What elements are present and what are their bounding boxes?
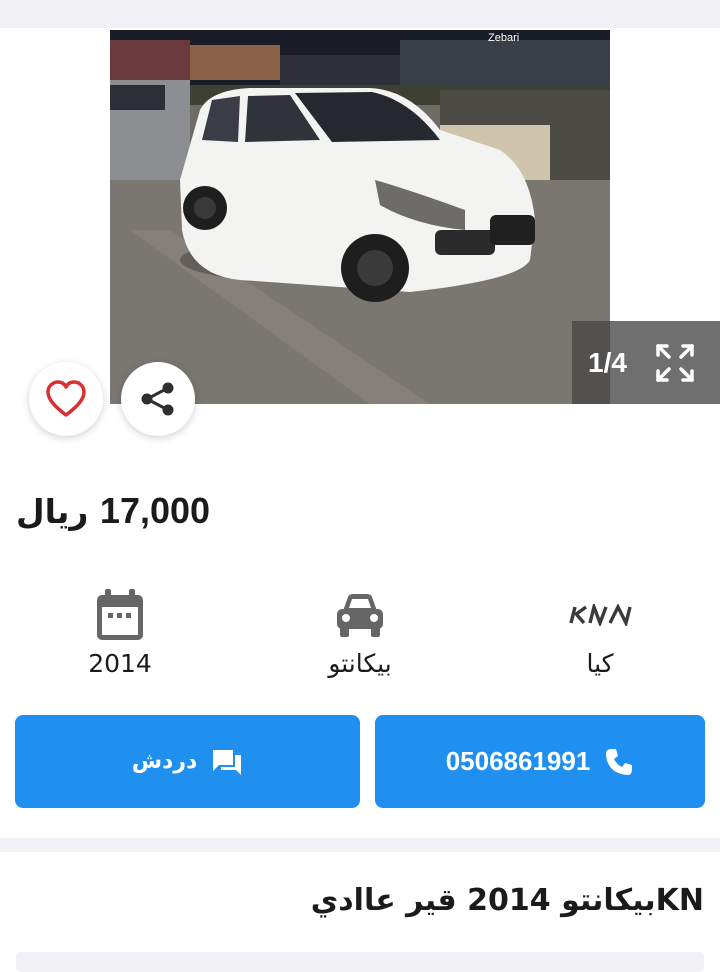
share-icon: [141, 382, 174, 416]
chat-button[interactable]: دردش: [15, 715, 360, 808]
next-image-button[interactable]: [637, 183, 677, 223]
phone-icon: [606, 748, 633, 775]
next-section-card: [16, 952, 704, 972]
spec-make-label: كيا: [586, 649, 614, 678]
listing-title: KNبيكانتو 2014 قير عاادي: [310, 883, 704, 918]
price: 17,000 ريال: [16, 490, 210, 532]
kia-logo: [569, 604, 632, 626]
chat-icon: [213, 749, 242, 775]
section-divider: [0, 838, 720, 852]
chat-button-label: دردش: [131, 749, 198, 774]
price-currency: ريال: [16, 492, 89, 531]
calendar-icon: [97, 589, 143, 640]
price-amount: 17,000: [99, 490, 211, 531]
call-button[interactable]: 0506861991: [375, 715, 705, 808]
favorite-button[interactable]: [29, 362, 103, 436]
storefront-sign: Zebari: [488, 32, 519, 44]
image-counter: 1/4: [588, 346, 627, 378]
car-icon: [337, 594, 383, 637]
phone-number: 0506861991: [445, 746, 591, 776]
fullscreen-button[interactable]: [655, 343, 695, 383]
spec-year-label: 2014: [88, 649, 152, 678]
spec-model: بيكانتو: [260, 585, 460, 678]
image-gallery[interactable]: Zebari 1/4: [0, 28, 720, 404]
expand-icon: [656, 343, 694, 382]
image-counter-bar: 1/4: [572, 321, 720, 404]
spec-year: 2014: [20, 585, 220, 678]
car-photo[interactable]: Zebari: [110, 30, 610, 404]
previous-image-button[interactable]: [40, 183, 80, 223]
heart-icon: [46, 380, 86, 417]
chevron-right-icon: [649, 189, 666, 217]
share-button[interactable]: [121, 362, 195, 436]
spec-row: 2014 بيكانتو كيا: [0, 585, 720, 695]
chevron-left-icon: [51, 189, 68, 217]
spec-make: كيا: [500, 585, 700, 678]
top-strip: [0, 0, 720, 28]
spec-model-label: بيكانتو: [328, 649, 392, 678]
